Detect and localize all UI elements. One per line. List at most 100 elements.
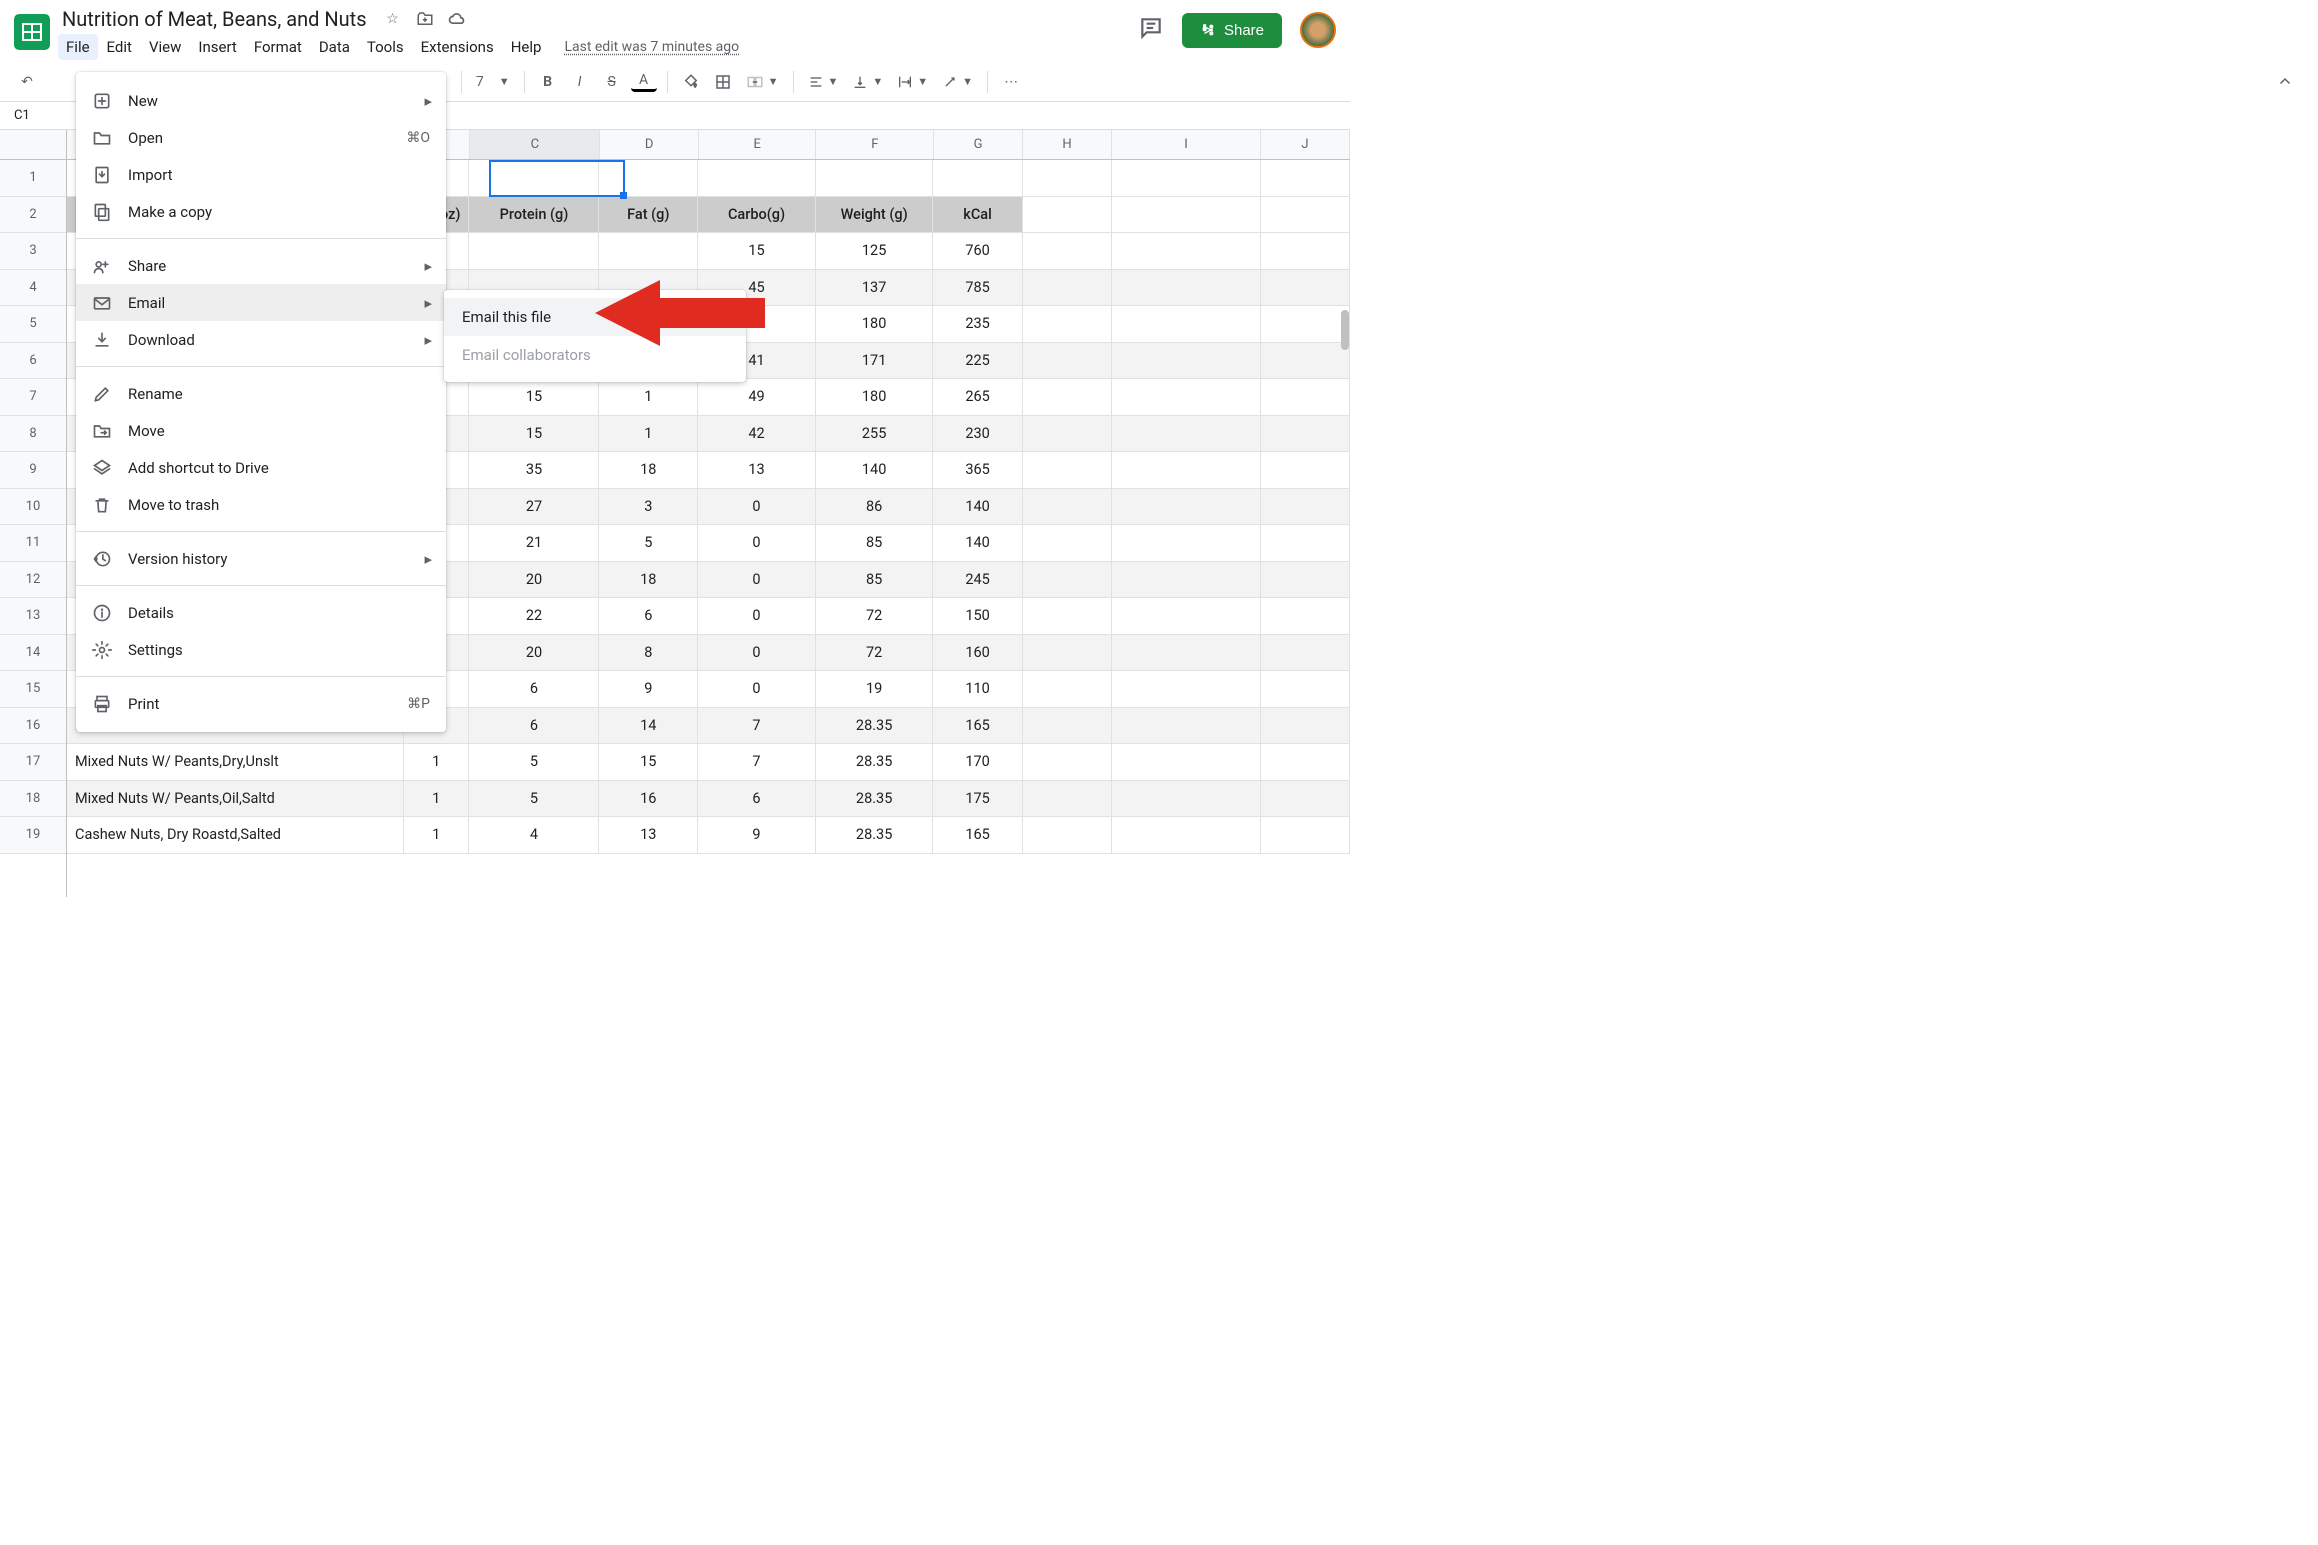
rowhead-4[interactable]: 4 bbox=[0, 270, 66, 307]
fillcolor-button[interactable] bbox=[678, 69, 704, 95]
rename-icon bbox=[92, 384, 112, 404]
selectall-corner[interactable] bbox=[0, 130, 66, 160]
email-submenu-email-this-file[interactable]: Email this file bbox=[444, 298, 746, 336]
avatar[interactable] bbox=[1300, 12, 1336, 48]
namebox[interactable]: C1 bbox=[10, 108, 30, 123]
menu-edit[interactable]: Edit bbox=[99, 34, 140, 60]
rowhead-1[interactable]: 1 bbox=[0, 160, 66, 197]
rowhead-9[interactable]: 9 bbox=[0, 452, 66, 489]
undo-button[interactable]: ↶ bbox=[14, 69, 40, 95]
colhead-G[interactable]: G bbox=[934, 130, 1023, 159]
file-menu-settings[interactable]: Settings bbox=[76, 631, 446, 668]
textcolor-button[interactable]: A bbox=[631, 72, 657, 92]
fontsize-select[interactable]: 7 ▼ bbox=[472, 74, 514, 90]
rowhead-5[interactable]: 5 bbox=[0, 306, 66, 343]
menu-view[interactable]: View bbox=[141, 34, 189, 60]
menu-extensions[interactable]: Extensions bbox=[413, 34, 502, 60]
colhead-J[interactable]: J bbox=[1261, 130, 1350, 159]
strike-button[interactable]: S bbox=[599, 69, 625, 95]
share-button[interactable]: Share bbox=[1182, 13, 1282, 48]
chevron-right-icon: ▸ bbox=[424, 257, 432, 275]
menu-format[interactable]: Format bbox=[246, 34, 310, 60]
wrap-button[interactable]: ▼ bbox=[893, 74, 932, 90]
rowhead-10[interactable]: 10 bbox=[0, 489, 66, 526]
trash-icon bbox=[92, 495, 112, 515]
file-menu-rename[interactable]: Rename bbox=[76, 375, 446, 412]
email-submenu: Email this fileEmail collaborators bbox=[444, 290, 746, 382]
table-handle-row[interactable]: Cashew Nuts, Dry Roastd,Salted1413928.35… bbox=[67, 817, 1350, 854]
chevron-right-icon: ▸ bbox=[424, 92, 432, 110]
rowhead-19[interactable]: 19 bbox=[0, 817, 66, 854]
doc-title[interactable]: Nutrition of Meat, Beans, and Nuts bbox=[58, 6, 371, 32]
rowhead-7[interactable]: 7 bbox=[0, 379, 66, 416]
file-menu-print[interactable]: Print⌘P bbox=[76, 685, 446, 722]
file-menu-move-to-trash[interactable]: Move to trash bbox=[76, 486, 446, 523]
file-menu-version-history[interactable]: Version history▸ bbox=[76, 540, 446, 577]
rowhead-14[interactable]: 14 bbox=[0, 635, 66, 672]
rotate-button[interactable]: ▼ bbox=[938, 74, 977, 90]
email-submenu-email-collaborators: Email collaborators bbox=[444, 336, 746, 374]
colhead-H[interactable]: H bbox=[1023, 130, 1112, 159]
collapse-toolbar-icon[interactable] bbox=[2272, 69, 2298, 95]
menu-insert[interactable]: Insert bbox=[190, 34, 244, 60]
menu-data[interactable]: Data bbox=[311, 34, 358, 60]
menu-file[interactable]: File bbox=[58, 34, 98, 60]
colhead-F[interactable]: F bbox=[816, 130, 934, 159]
colhead-I[interactable]: I bbox=[1112, 130, 1261, 159]
rowhead-2[interactable]: 2 bbox=[0, 197, 66, 234]
file-menu-dropdown: New▸Open⌘OImportMake a copyShare▸Email▸D… bbox=[76, 72, 446, 732]
file-menu-download[interactable]: Download▸ bbox=[76, 321, 446, 358]
file-menu-open[interactable]: Open⌘O bbox=[76, 119, 446, 156]
gear-icon bbox=[92, 640, 112, 660]
rowhead-8[interactable]: 8 bbox=[0, 416, 66, 453]
shortcut-icon bbox=[92, 458, 112, 478]
colhead-D[interactable]: D bbox=[600, 130, 698, 159]
menu-tools[interactable]: Tools bbox=[359, 34, 412, 60]
merge-button[interactable]: ▼ bbox=[742, 73, 783, 91]
rowhead-12[interactable]: 12 bbox=[0, 562, 66, 599]
star-icon[interactable]: ☆ bbox=[383, 9, 403, 29]
valign-button[interactable]: ▼ bbox=[848, 74, 887, 90]
more-button[interactable]: ⋯ bbox=[998, 69, 1024, 95]
colhead-C[interactable]: C bbox=[470, 130, 600, 159]
sheets-logo[interactable] bbox=[10, 10, 54, 54]
rowhead-13[interactable]: 13 bbox=[0, 598, 66, 635]
file-menu-details[interactable]: Details bbox=[76, 594, 446, 631]
halign-button[interactable]: ▼ bbox=[804, 74, 843, 90]
bold-button[interactable]: B bbox=[535, 69, 561, 95]
folder-icon bbox=[92, 128, 112, 148]
rowhead-6[interactable]: 6 bbox=[0, 343, 66, 380]
file-menu-add-shortcut-to-drive[interactable]: Add shortcut to Drive bbox=[76, 449, 446, 486]
rowhead-11[interactable]: 11 bbox=[0, 525, 66, 562]
scrollbar-thumb[interactable] bbox=[1341, 310, 1349, 350]
table-handle-row[interactable]: Mixed Nuts W/ Peants,Oil,Saltd1516628.35… bbox=[67, 781, 1350, 818]
last-edit-link[interactable]: Last edit was 7 minutes ago bbox=[564, 39, 739, 55]
menu-help[interactable]: Help bbox=[503, 34, 550, 60]
import-icon bbox=[92, 165, 112, 185]
colhead-E[interactable]: E bbox=[699, 130, 817, 159]
rowhead-16[interactable]: 16 bbox=[0, 708, 66, 745]
rowhead-18[interactable]: 18 bbox=[0, 781, 66, 818]
cloud-icon[interactable] bbox=[447, 9, 467, 29]
move-icon[interactable] bbox=[415, 9, 435, 29]
menubar: FileEditViewInsertFormatDataToolsExtensi… bbox=[58, 34, 739, 60]
borders-button[interactable] bbox=[710, 69, 736, 95]
copy-icon bbox=[92, 202, 112, 222]
file-menu-make-a-copy[interactable]: Make a copy bbox=[76, 193, 446, 230]
comments-icon[interactable] bbox=[1138, 15, 1164, 45]
file-menu-move[interactable]: Move bbox=[76, 412, 446, 449]
file-menu-import[interactable]: Import bbox=[76, 156, 446, 193]
history-icon bbox=[92, 549, 112, 569]
rowhead-3[interactable]: 3 bbox=[0, 233, 66, 270]
table-handle-row[interactable]: Mixed Nuts W/ Peants,Dry,Unslt1515728.35… bbox=[67, 744, 1350, 781]
share-label: Share bbox=[1224, 22, 1264, 39]
file-menu-share[interactable]: Share▸ bbox=[76, 247, 446, 284]
chevron-right-icon: ▸ bbox=[424, 294, 432, 312]
doc-header: Nutrition of Meat, Beans, and Nuts ☆ Fil… bbox=[0, 0, 1350, 60]
rowhead-15[interactable]: 15 bbox=[0, 671, 66, 708]
mail-icon bbox=[92, 293, 112, 313]
rowhead-17[interactable]: 17 bbox=[0, 744, 66, 781]
file-menu-new[interactable]: New▸ bbox=[76, 82, 446, 119]
file-menu-email[interactable]: Email▸ bbox=[76, 284, 446, 321]
italic-button[interactable]: I bbox=[567, 69, 593, 95]
